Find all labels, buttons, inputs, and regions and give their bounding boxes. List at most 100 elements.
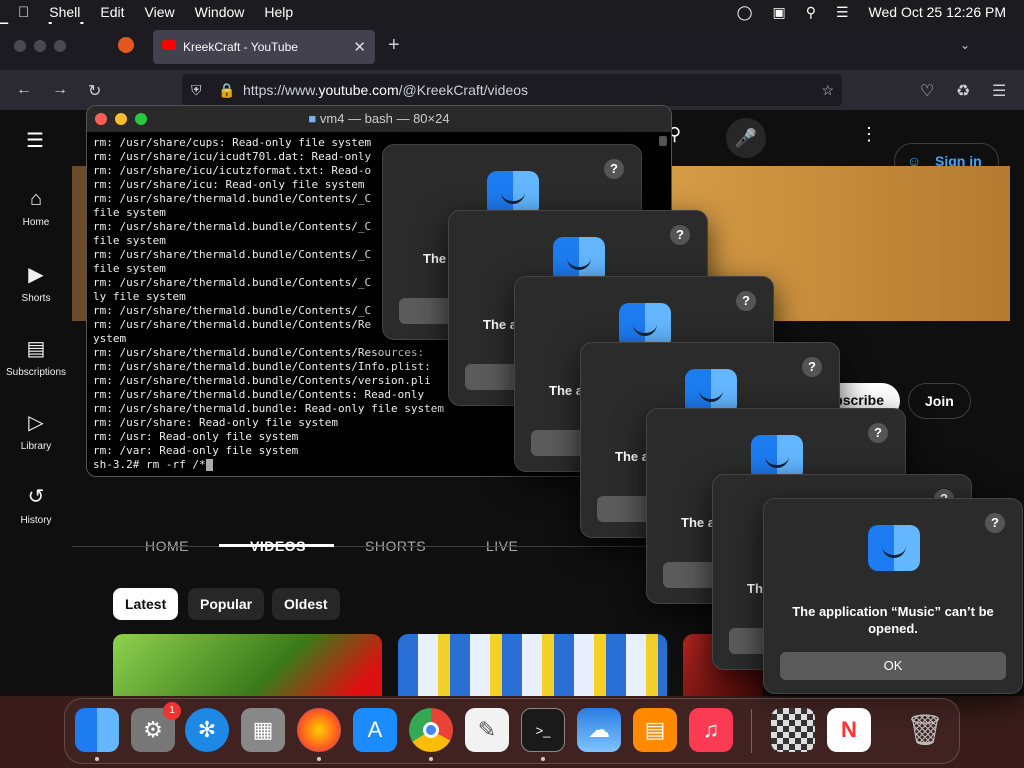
url-bar[interactable]: ⛨ 🔒 https://www.youtube.com/@KreekCraft/… xyxy=(182,74,842,106)
terminal-minimize-button[interactable] xyxy=(115,113,127,125)
trash-icon[interactable]: 🗑 xyxy=(903,708,947,752)
music-icon[interactable]: ♫ xyxy=(689,708,733,752)
chess-icon[interactable] xyxy=(771,708,815,752)
video-thumbnail[interactable] xyxy=(398,634,667,696)
help-icon[interactable]: ? xyxy=(736,291,756,311)
voice-search-icon[interactable]: 🎤 xyxy=(726,118,766,158)
menu-edit[interactable]: Edit xyxy=(100,4,124,20)
safari-icon[interactable]: ✻ xyxy=(185,708,229,752)
close-tab-icon[interactable]: ✕ xyxy=(353,38,366,56)
extensions-icon[interactable]: ♻ xyxy=(956,81,970,101)
firefox-view-icon[interactable] xyxy=(118,37,134,53)
terminal-line: rm: /usr/share/thermald.bundle/Contents/… xyxy=(93,374,431,387)
help-icon[interactable]: ? xyxy=(985,513,1005,533)
firefox-icon[interactable] xyxy=(297,708,341,752)
minimize-window-button[interactable] xyxy=(34,40,46,52)
close-window-button[interactable] xyxy=(14,40,26,52)
menu-window[interactable]: Window xyxy=(195,4,245,20)
terminal-line: rm: /usr/share/thermald.bundle/Contents/… xyxy=(93,276,372,289)
terminal-line: rm: /usr/share/thermald.bundle/Contents/… xyxy=(93,318,372,331)
tab-bar: KreekCraft - YouTube ✕ + ⌄ xyxy=(0,24,1024,70)
terminal-zoom-button[interactable] xyxy=(135,113,147,125)
sidebar-item-subscriptions[interactable]: ▤ Subscriptions xyxy=(0,336,72,378)
join-label: Join xyxy=(925,393,954,409)
textedit-icon[interactable]: ✎ xyxy=(465,708,509,752)
sidebar-item-shorts[interactable]: ▶ Shorts xyxy=(0,262,72,304)
home-icon: ⌂ xyxy=(29,188,43,210)
app-store-icon[interactable]: A xyxy=(353,708,397,752)
terminal-line: rm: /usr/share/thermald.bundle/Contents/… xyxy=(93,304,372,317)
pocket-icon[interactable]: ♡ xyxy=(920,81,934,101)
vpn-icon[interactable]: ◯ xyxy=(737,4,753,21)
dialog-message: The xyxy=(423,251,447,266)
dock: ⚙ 1 ✻ ▦ A ✎ >_ ☁ ▤ ♫ N 🗑 xyxy=(64,698,960,764)
finder-icon xyxy=(868,525,920,571)
reload-icon[interactable]: ↻ xyxy=(88,81,101,101)
nav-bar: ← → ↻ ⛨ 🔒 https://www.youtube.com/@Kreek… xyxy=(0,70,1024,110)
sidebar-item-history[interactable]: ↺ History xyxy=(0,484,72,526)
help-icon[interactable]: ? xyxy=(604,159,624,179)
forward-icon[interactable]: → xyxy=(52,81,68,99)
help-icon[interactable]: ? xyxy=(868,423,888,443)
terminal-title: vm4 — bash — 80×24 xyxy=(319,111,450,126)
terminal-line: rm: /usr/share/thermald.bundle/Contents/… xyxy=(93,192,372,205)
more-options-icon[interactable]: ⋮ xyxy=(860,124,878,145)
menu-bar:  Terminal Shell Edit View Window Help ◯… xyxy=(0,0,1024,43)
hamburger-menu-icon[interactable]: ☰ xyxy=(26,128,44,153)
chrome-icon[interactable] xyxy=(409,708,453,752)
help-icon[interactable]: ? xyxy=(802,357,822,377)
lock-icon[interactable]: 🔒 xyxy=(218,74,235,106)
error-dialog-music[interactable]: ? The application “Music” can’t be opene… xyxy=(763,498,1023,694)
system-settings-icon[interactable]: ⚙ 1 xyxy=(131,702,181,752)
sidebar-item-library[interactable]: ▷ Library xyxy=(0,410,72,452)
ok-button[interactable]: OK xyxy=(780,652,1006,680)
dock-divider xyxy=(751,709,752,753)
menu-view[interactable]: View xyxy=(145,4,175,20)
terminal-scrollbar[interactable] xyxy=(659,136,667,146)
url-prefix: https://www. xyxy=(243,82,319,98)
terminal-cursor xyxy=(205,459,213,471)
app-menu-icon[interactable]: ☰ xyxy=(992,81,1006,101)
weather-icon[interactable]: ☁ xyxy=(577,708,621,752)
sidebar-item-home[interactable]: ⌂ Home xyxy=(0,188,72,228)
terminal-line: file system xyxy=(93,234,166,247)
zoom-window-button[interactable] xyxy=(54,40,66,52)
url-domain: youtube.com xyxy=(318,82,399,98)
terminal-title-bar[interactable]: ■ vm4 — bash — 80×24 xyxy=(87,106,671,132)
control-center-icon[interactable]: ☰ xyxy=(836,4,849,21)
menu-help[interactable]: Help xyxy=(264,4,293,20)
terminal-line: rm: /usr/share/cups: Read-only file syst… xyxy=(93,136,372,149)
terminal-line: rm: /usr/share/thermald.bundle/Contents/… xyxy=(93,248,372,261)
dialog-message: The a xyxy=(483,317,517,332)
sidebar-label: Subscriptions xyxy=(5,367,67,378)
new-tab-icon[interactable]: + xyxy=(388,34,400,57)
dialog-message: The application “Music” can’t be opened. xyxy=(792,604,994,636)
terminal-prompt: sh-3.2# rm -rf /* xyxy=(93,458,206,471)
filter-popular-chip[interactable]: Popular xyxy=(188,588,265,620)
finder-icon[interactable] xyxy=(75,708,119,752)
terminal-close-button[interactable] xyxy=(95,113,107,125)
tab-youtube[interactable]: KreekCraft - YouTube ✕ xyxy=(153,30,375,64)
back-icon[interactable]: ← xyxy=(16,81,32,99)
books-icon[interactable]: ▤ xyxy=(633,708,677,752)
spotlight-search-icon[interactable]: ⚲ xyxy=(806,4,816,21)
launchpad-icon[interactable]: ▦ xyxy=(241,708,285,752)
screen-mirroring-icon[interactable]: ▣ xyxy=(772,4,785,21)
news-icon[interactable]: N xyxy=(827,708,871,752)
running-indicator xyxy=(429,757,433,761)
menu-clock[interactable]: Wed Oct 25 12:26 PM xyxy=(869,4,1006,20)
join-button[interactable]: Join xyxy=(908,383,971,419)
list-all-tabs-icon[interactable]: ⌄ xyxy=(960,38,970,52)
filter-oldest-chip[interactable]: Oldest xyxy=(272,588,340,620)
notification-badge: 1 xyxy=(163,702,181,720)
video-thumbnail[interactable] xyxy=(113,634,382,696)
help-icon[interactable]: ? xyxy=(670,225,690,245)
filter-latest-chip[interactable]: Latest xyxy=(113,588,179,620)
shield-icon[interactable]: ⛨ xyxy=(191,74,202,106)
terminal-icon[interactable]: >_ xyxy=(521,708,565,752)
url-path: /@KreekCraft/videos xyxy=(398,82,529,98)
active-tab-underline xyxy=(219,544,334,547)
bookmark-star-icon[interactable]: ☆ xyxy=(821,74,834,106)
library-icon: ▷ xyxy=(28,412,44,434)
shorts-icon: ▶ xyxy=(28,264,44,286)
